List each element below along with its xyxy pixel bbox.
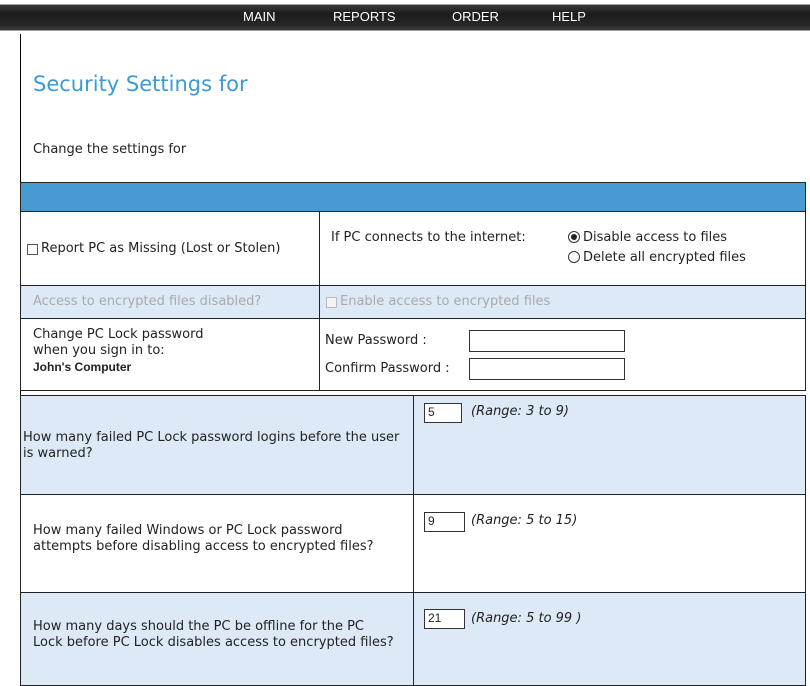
nav-help[interactable]: HELP [552,8,586,26]
new-password-label: New Password : [325,333,427,348]
access-disabled-question: Access to encrypted files disabled? [33,294,262,309]
new-password-input[interactable] [469,330,625,352]
page-subtitle: Change the settings for [33,142,187,157]
nav-reports[interactable]: REPORTS [333,8,396,26]
enable-access-label: Enable access to encrypted files [340,294,551,309]
confirm-password-input[interactable] [469,358,625,380]
confirm-password-label: Confirm Password : [325,361,450,376]
disable-attempts-input[interactable]: 9 [424,512,465,532]
setting-question: How many failed Windows or PC Lock passw… [33,523,374,554]
setting-row-question-cell: How many failed Windows or PC Lock passw… [20,494,414,593]
offline-days-input[interactable]: 21 [424,609,465,629]
range-hint: (Range: 5 to 99 ) [471,611,582,626]
nav-order[interactable]: ORDER [452,8,499,26]
setting-row-value-cell: 5 (Range: 3 to 9) [413,395,806,495]
setting-row-question-cell: How many failed PC Lock password logins … [20,395,414,495]
setting-row-value-cell: 21 (Range: 5 to 99 ) [413,592,806,686]
setting-row-question-cell: How many days should the PC be offline f… [20,592,414,686]
password-change-line2: when you sign in to: [33,343,165,358]
internet-action-cell: If PC connects to the internet: Disable … [319,211,806,286]
setting-question: How many failed PC Lock password logins … [23,430,400,461]
range-hint: (Range: 3 to 9) [471,404,570,419]
report-missing-cell: Report PC as Missing (Lost or Stolen) [20,211,320,286]
page-title: Security Settings for [33,72,248,96]
password-change-line1: Change PC Lock password [33,327,204,342]
delete-files-label: Delete all encrypted files [583,250,746,265]
nav-main[interactable]: MAIN [243,8,276,26]
report-missing-checkbox[interactable] [27,244,38,255]
settings-header-band [20,182,806,212]
disable-access-label: Disable access to files [583,230,728,245]
password-fields-cell: New Password : Confirm Password : [319,318,806,391]
enable-access-cell: Enable access to encrypted files [319,285,806,319]
access-disabled-cell: Access to encrypted files disabled? [20,285,320,319]
password-info-cell: Change PC Lock password when you sign in… [20,318,320,391]
enable-access-checkbox[interactable] [326,297,337,308]
disable-access-radio[interactable] [568,231,580,243]
top-nav-bar [0,0,810,34]
warn-logins-input[interactable]: 5 [424,403,462,423]
internet-action-label: If PC connects to the internet: [331,230,526,245]
report-missing-label: Report PC as Missing (Lost or Stolen) [41,241,281,256]
range-hint: (Range: 5 to 15) [471,513,578,528]
computer-name: John's Computer [33,360,132,374]
setting-question: How many days should the PC be offline f… [33,619,394,650]
delete-files-radio[interactable] [568,251,580,263]
setting-row-value-cell: 9 (Range: 5 to 15) [413,494,806,593]
